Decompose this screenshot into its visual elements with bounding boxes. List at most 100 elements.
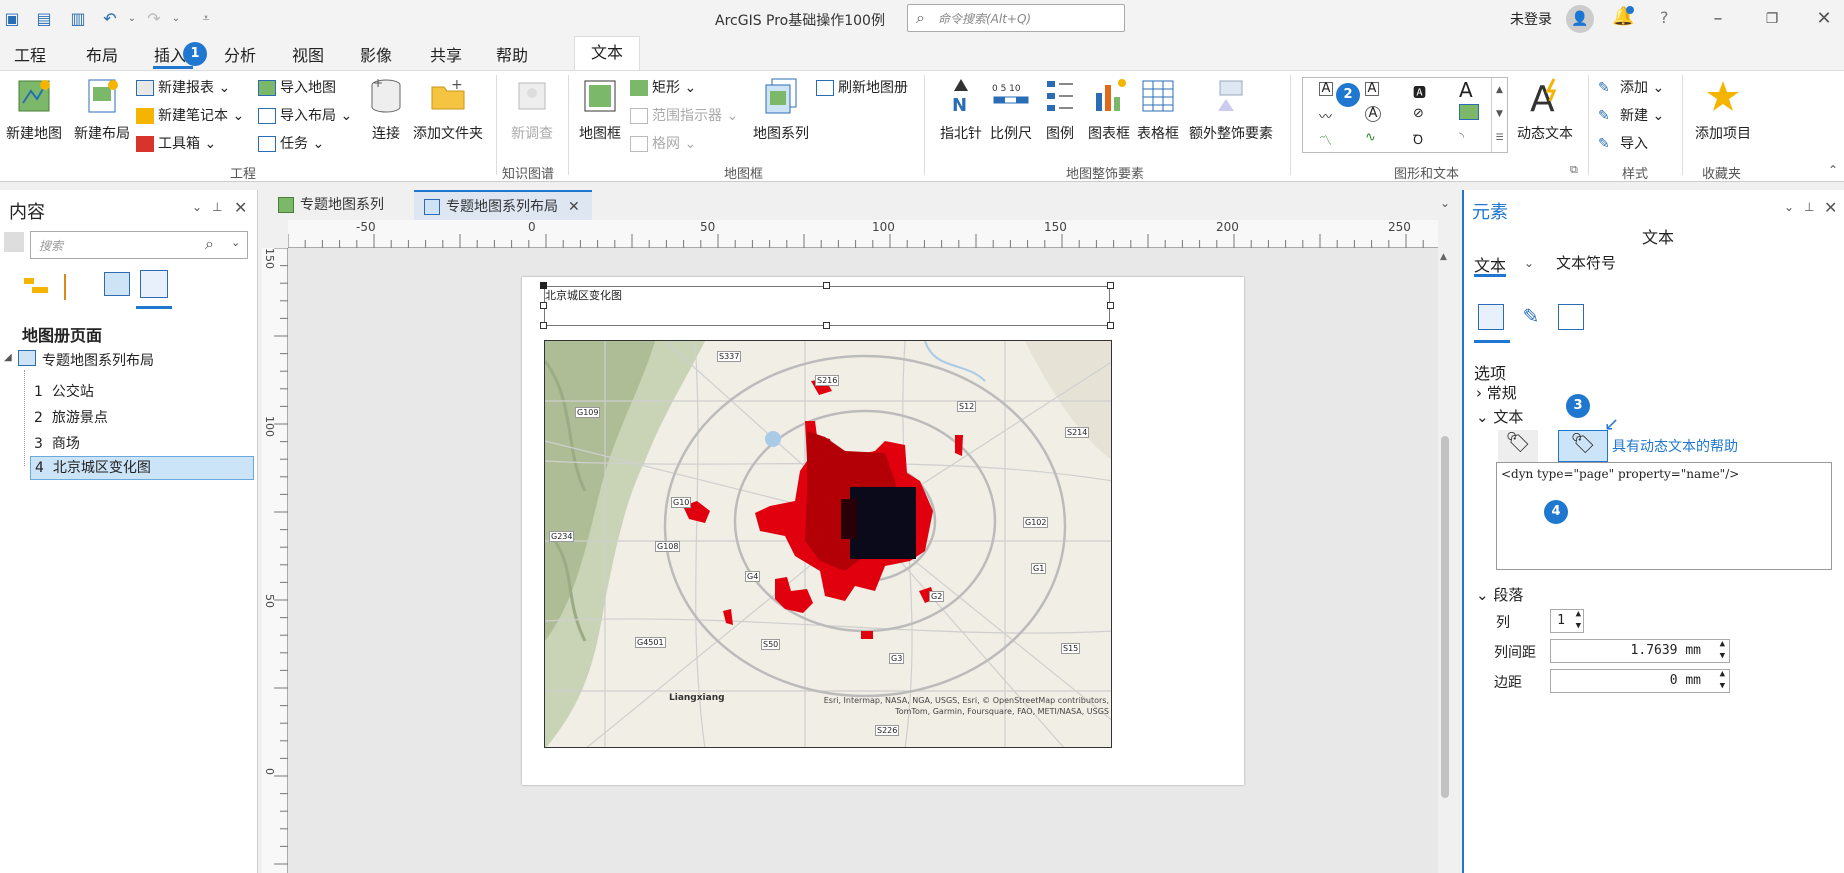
add-folder-button[interactable]: + 添加文件夹	[410, 77, 486, 143]
selection-handle[interactable]	[540, 282, 547, 289]
draw-order-icon[interactable]	[24, 274, 54, 300]
style-add-button[interactable]: ✎ 添加 ⌄	[1598, 77, 1664, 97]
tab-layout[interactable]: 布局	[86, 42, 118, 66]
open-icon[interactable]: ▤	[34, 8, 54, 28]
sign-in-status[interactable]: 未登录	[1510, 9, 1552, 29]
selection-handle[interactable]	[1107, 322, 1114, 329]
tab-project[interactable]: 工程	[14, 42, 46, 66]
redo-dropdown-icon[interactable]: ⌄	[166, 8, 186, 28]
placement-icon[interactable]	[1558, 304, 1584, 330]
customize-toolbar-icon[interactable]: ⩡	[196, 8, 216, 28]
large-text-icon[interactable]: A	[1459, 78, 1473, 102]
connect-button[interactable]: + 连接	[364, 76, 408, 143]
project-icon[interactable]: ▣	[2, 8, 22, 28]
chevron-down-icon[interactable]: ⌄	[231, 236, 240, 249]
columns-stepper[interactable]: 1 ▲ ▼	[1550, 609, 1584, 633]
restore-button[interactable]: ❐	[1754, 6, 1790, 32]
close-button[interactable]: ✕	[1806, 6, 1842, 32]
new-notebook-button[interactable]: 新建笔记本 ⌄	[136, 105, 244, 125]
rotated-text-icon[interactable]: 🅰	[1413, 82, 1426, 101]
chart-frame-button[interactable]: 图表框	[1084, 77, 1134, 143]
import-layout-button[interactable]: 导入布局 ⌄	[258, 105, 352, 125]
selection-handle[interactable]	[540, 322, 547, 329]
tab-text-context[interactable]: 文本	[574, 36, 640, 70]
text-section-toggle[interactable]: ⌄ 文本	[1476, 406, 1523, 427]
dialog-launcher-icon[interactable]: ⧉	[1570, 163, 1578, 177]
contents-search-input[interactable]: 搜索 ⌕ ⌄	[30, 231, 248, 259]
rect-text-icon[interactable]: A	[1365, 82, 1379, 96]
save-icon[interactable]: ▥	[68, 8, 88, 28]
scale-bar-button[interactable]: 0 5 10 比例尺	[986, 77, 1036, 143]
expand-arrow-icon[interactable]: ◢	[4, 352, 12, 363]
selection-handle[interactable]	[1107, 282, 1114, 289]
pencil-icon[interactable]: ✎	[1518, 304, 1544, 330]
pane-menu-icon[interactable]: ⌄	[1784, 200, 1794, 214]
general-section-toggle[interactable]: › 常规	[1476, 382, 1517, 403]
scroll-up-icon[interactable]: ▲	[1440, 252, 1447, 262]
map-series-button[interactable]: 地图系列	[748, 77, 814, 143]
avatar[interactable]: 👤	[1566, 5, 1594, 33]
pin-icon[interactable]: ⊥	[212, 200, 222, 214]
pane-menu-icon[interactable]: ⌄	[192, 200, 202, 214]
tab-imagery[interactable]: 影像	[360, 42, 392, 66]
tab-analysis[interactable]: 分析	[224, 42, 256, 66]
search-icon[interactable]: ⌕	[205, 234, 214, 254]
rectangle-button[interactable]: 矩形 ⌄	[630, 77, 696, 97]
spin-icon[interactable]: ▲ ▼	[1720, 668, 1725, 692]
selection-handle[interactable]	[823, 322, 830, 329]
margin-field[interactable]: 0 mm ▲ ▼	[1550, 669, 1730, 693]
refresh-series-button[interactable]: 刷新地图册	[816, 77, 908, 97]
spline-text-icon[interactable]: Ꝺ	[1413, 130, 1423, 148]
scrollbar-thumb[interactable]	[1441, 436, 1449, 798]
dynamic-text-button[interactable]: A 动态文本	[1512, 77, 1578, 143]
tree-root[interactable]: 专题地图系列布局	[42, 350, 154, 370]
minimize-button[interactable]: –	[1700, 6, 1736, 32]
filter-icon[interactable]	[4, 232, 24, 252]
add-item-button[interactable]: 添加项目	[1690, 77, 1756, 143]
tab-text-properties[interactable]: 文本	[1474, 252, 1506, 276]
tab-text-symbol[interactable]: 文本符号	[1556, 252, 1616, 273]
legend-button[interactable]: 图例	[1036, 77, 1084, 143]
tab-insert[interactable]: 插入	[154, 42, 186, 66]
help-icon[interactable]: ?	[1660, 8, 1669, 27]
tab-map-series[interactable]: 专题地图系列	[268, 190, 418, 220]
picture-icon[interactable]	[1459, 104, 1479, 120]
tab-map-series-layout[interactable]: 专题地图系列布局 ✕	[414, 190, 592, 220]
new-layout-button[interactable]: 新建布局	[70, 77, 134, 143]
tab-share[interactable]: 共享	[430, 42, 462, 66]
title-text-element[interactable]: 北京城区变化图	[544, 286, 1110, 326]
task-button[interactable]: 任务 ⌄	[258, 133, 324, 153]
list-item-selected[interactable]: 4 北京城区变化图	[30, 456, 254, 480]
vertical-scrollbar[interactable]: ▲	[1438, 248, 1452, 873]
tab-help[interactable]: 帮助	[496, 42, 528, 66]
pin-icon[interactable]: ⊥	[1804, 200, 1814, 214]
selection-handle[interactable]	[823, 282, 830, 289]
insert-text-tag-icon[interactable]: 🏷	[1498, 430, 1538, 462]
north-arrow-button[interactable]: N 指北针	[936, 77, 986, 143]
undo-dropdown-icon[interactable]: ⌄	[122, 8, 142, 28]
extra-surround-button[interactable]: 额外整饰要素	[1186, 77, 1276, 143]
spin-icon[interactable]: ▲ ▼	[1720, 638, 1725, 662]
close-pane-icon[interactable]: ✕	[234, 198, 247, 217]
data-source-icon[interactable]	[104, 272, 130, 296]
circle-text-icon[interactable]: A	[1365, 106, 1381, 122]
arc-icon[interactable]: ◝	[1459, 130, 1464, 145]
text-icon[interactable]: A	[1319, 82, 1333, 96]
map-series-pages-icon[interactable]	[140, 270, 168, 298]
ellipse-text-icon[interactable]: ⊘	[1413, 106, 1424, 121]
undo-icon[interactable]: ↶	[100, 8, 120, 28]
tab-view[interactable]: 视图	[292, 42, 324, 66]
import-map-button[interactable]: 导入地图	[258, 77, 336, 97]
chevron-down-icon[interactable]: ⌄	[1524, 256, 1534, 270]
collapse-ribbon-icon[interactable]: ⌃	[1828, 163, 1838, 177]
style-new-button[interactable]: ✎ 新建 ⌄	[1598, 105, 1664, 125]
column-gap-field[interactable]: 1.7639 mm ▲ ▼	[1550, 639, 1730, 663]
selection-handle[interactable]	[540, 302, 547, 309]
dynamic-text-tag-icon[interactable]: 🏷	[1558, 430, 1608, 462]
new-map-button[interactable]: 新建地图	[2, 77, 66, 143]
map-frame-button[interactable]: 地图框	[576, 77, 624, 143]
style-import-button[interactable]: ✎ 导入	[1598, 133, 1648, 153]
table-frame-button[interactable]: 表格框	[1134, 77, 1182, 143]
spin-icon[interactable]: ▲ ▼	[1576, 608, 1581, 632]
selection-handle[interactable]	[1107, 302, 1114, 309]
